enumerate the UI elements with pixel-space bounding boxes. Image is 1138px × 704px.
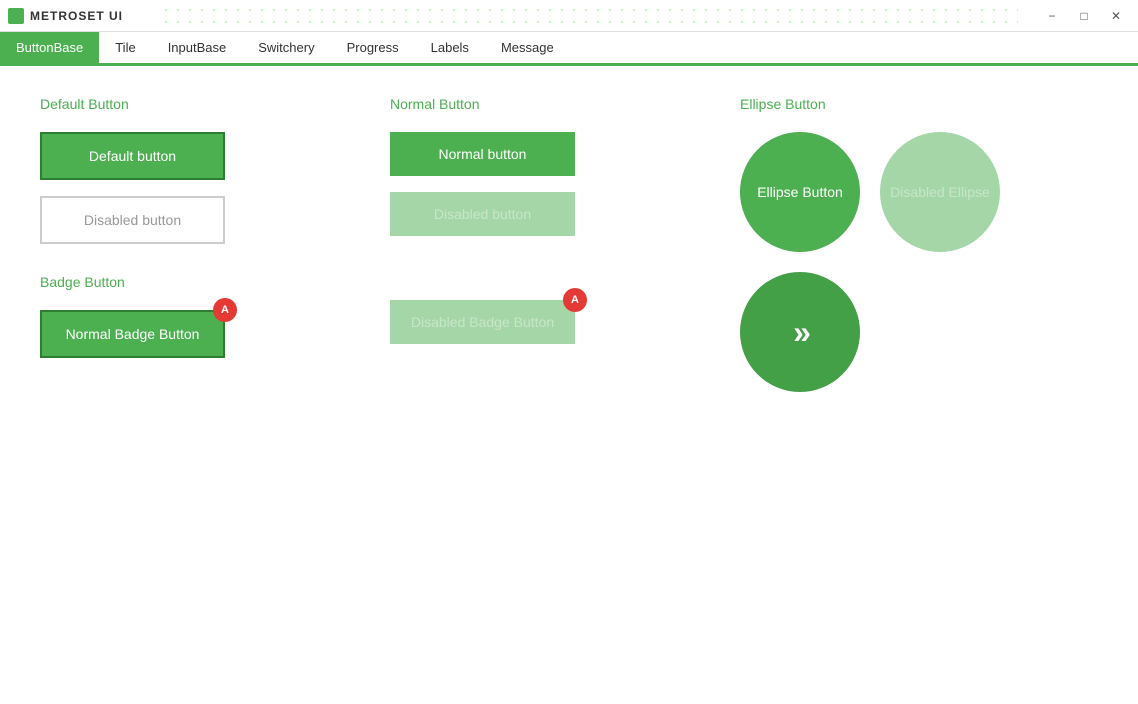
ellipse-bottom-row: » (740, 272, 1098, 392)
minimize-button[interactable]: − (1038, 4, 1066, 28)
app-logo: METROSET UI (8, 8, 123, 24)
window-controls: − □ ✕ (1038, 4, 1130, 28)
disabled-badge-button-section: Disabled Badge Button A (390, 266, 740, 360)
ellipse-top-row: Ellipse Button Disabled Ellipse (740, 132, 1098, 252)
default-button-disabled: Disabled button (40, 196, 225, 244)
titlebar: METROSET UI − □ ✕ (0, 0, 1138, 32)
app-title: METROSET UI (30, 9, 123, 23)
tab-buttonbase[interactable]: ButtonBase (0, 32, 99, 63)
maximize-button[interactable]: □ (1070, 4, 1098, 28)
tab-switchery[interactable]: Switchery (242, 32, 330, 63)
default-button-section: Default Button Default button Disabled b… (40, 96, 390, 412)
disabled-badge-button: Disabled Badge Button (390, 300, 575, 344)
badge-button-section: Badge Button Normal Badge Button A (40, 274, 390, 374)
tab-labels[interactable]: Labels (415, 32, 485, 63)
normal-button-title: Normal Button (390, 96, 740, 112)
tab-message[interactable]: Message (485, 32, 570, 63)
decorative-dots (160, 4, 1018, 24)
ellipse-button-section: Ellipse Button Ellipse Button Disabled E… (740, 96, 1098, 412)
ellipse-button-title: Ellipse Button (740, 96, 1098, 112)
badge-button-title: Badge Button (40, 274, 390, 290)
app-icon (8, 8, 24, 24)
close-button[interactable]: ✕ (1102, 4, 1130, 28)
normal-badge-wrapper: Normal Badge Button A (40, 310, 225, 358)
normal-button-disabled: Disabled button (390, 192, 575, 236)
tab-progress[interactable]: Progress (331, 32, 415, 63)
tab-bar: ButtonBase Tile InputBase Switchery Prog… (0, 32, 1138, 66)
ellipse-arrow-button[interactable]: » (740, 272, 860, 392)
normal-button[interactable]: Normal button (390, 132, 575, 176)
disabled-badge-wrapper: Disabled Badge Button A (390, 300, 575, 344)
ellipse-button[interactable]: Ellipse Button (740, 132, 860, 252)
default-button-title: Default Button (40, 96, 390, 112)
normal-badge: A (213, 298, 237, 322)
tab-tile[interactable]: Tile (99, 32, 151, 63)
tab-inputbase[interactable]: InputBase (152, 32, 243, 63)
normal-button-section: Normal Button Normal button Disabled but… (390, 96, 740, 412)
ellipse-button-disabled: Disabled Ellipse (880, 132, 1000, 252)
arrow-icon: » (793, 314, 807, 351)
disabled-badge: A (563, 288, 587, 312)
default-button[interactable]: Default button (40, 132, 225, 180)
main-content: Default Button Default button Disabled b… (0, 66, 1138, 442)
normal-badge-button[interactable]: Normal Badge Button (40, 310, 225, 358)
